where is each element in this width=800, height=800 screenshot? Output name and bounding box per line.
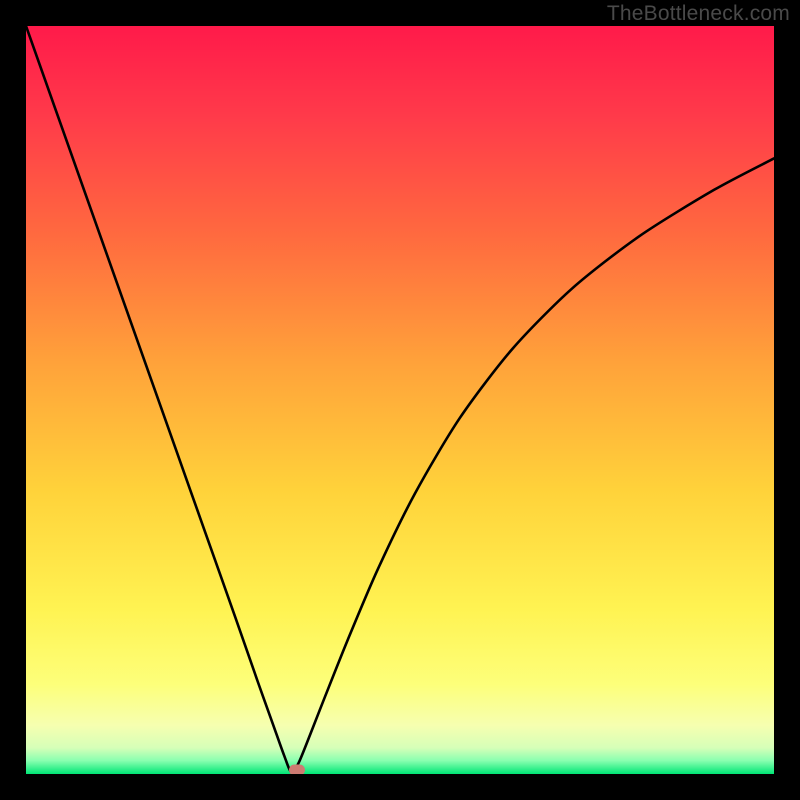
watermark-text: TheBottleneck.com (607, 2, 790, 26)
chart-plot-area (26, 26, 774, 774)
optimal-point-marker (289, 765, 305, 774)
bottleneck-curve (26, 26, 774, 774)
